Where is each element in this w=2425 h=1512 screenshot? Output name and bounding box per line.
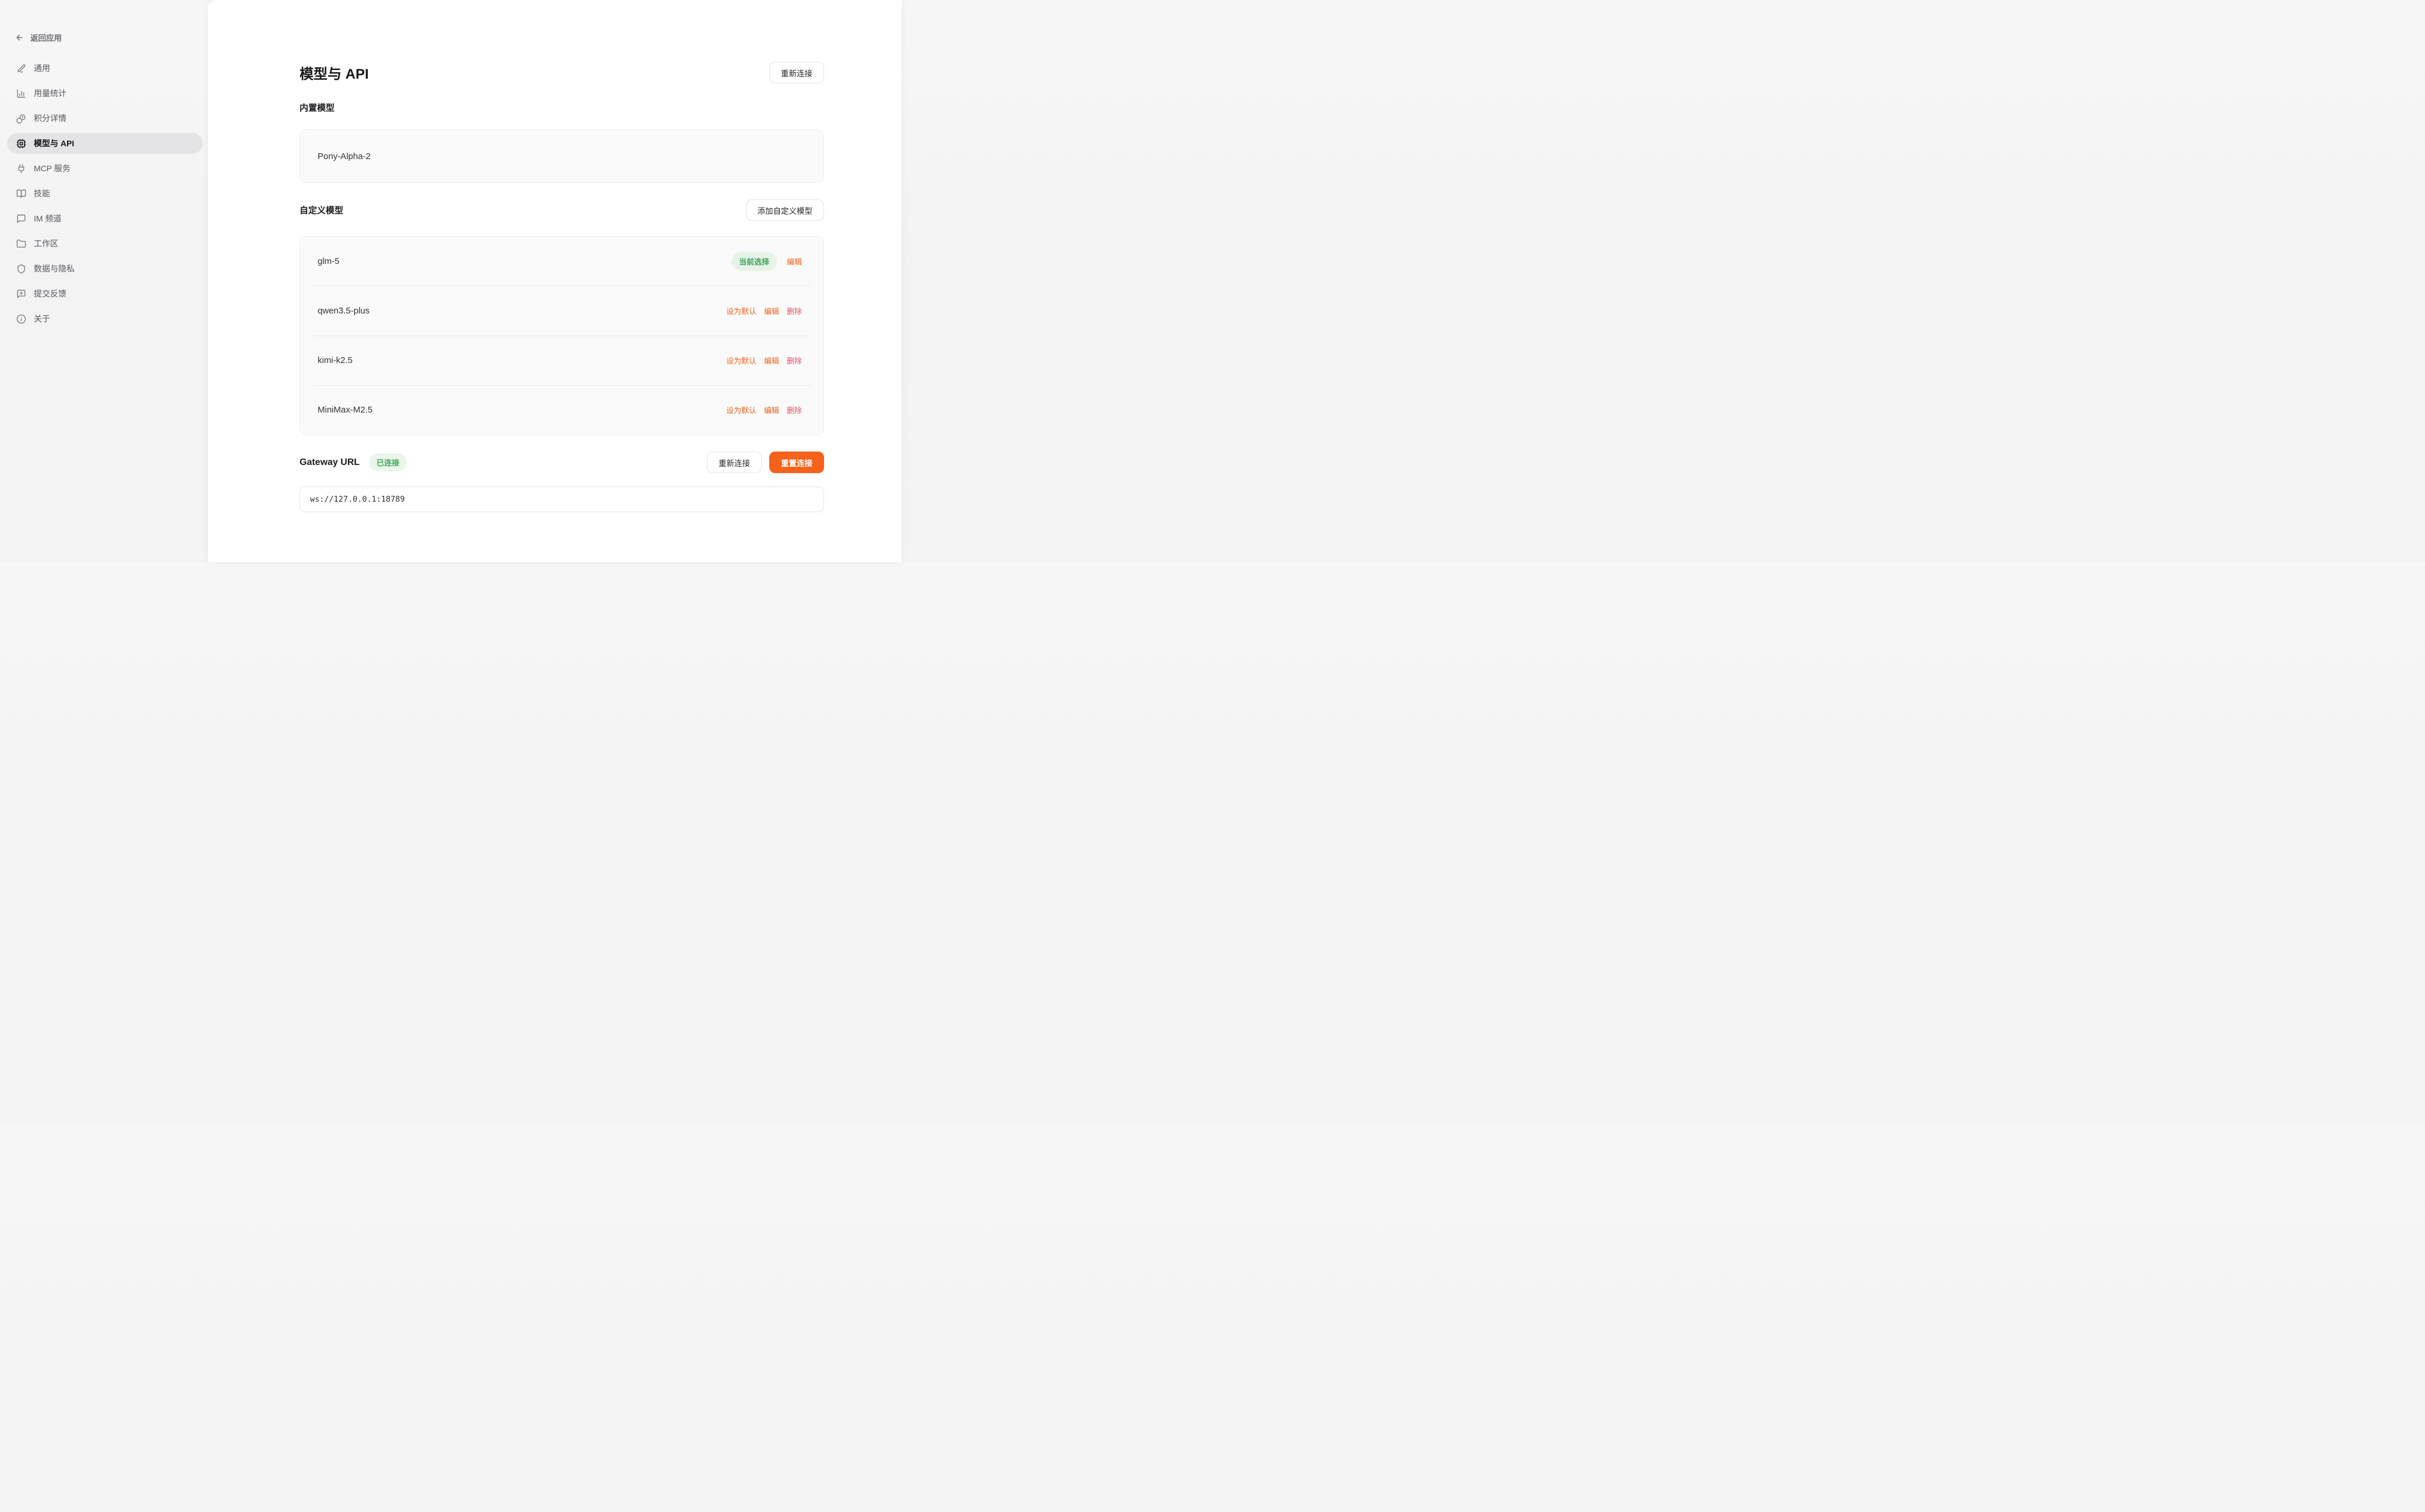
- folder-icon: [16, 239, 26, 249]
- current-selection-badge: 当前选择: [731, 252, 777, 271]
- message-square-plus-icon: [16, 289, 26, 299]
- sidebar-item-skills[interactable]: 技能: [7, 183, 203, 204]
- sidebar-item-workspace[interactable]: 工作区: [7, 233, 203, 254]
- delete-link[interactable]: 删除: [787, 355, 802, 366]
- set-default-link[interactable]: 设为默认: [726, 355, 756, 366]
- model-row-glm-5: glm-5 当前选择 编辑: [300, 237, 823, 286]
- cpu-chip-icon: [16, 139, 26, 149]
- coins-icon: [16, 114, 26, 124]
- model-row-actions: 设为默认 编辑 删除: [726, 355, 802, 366]
- sidebar-item-label: 通用: [34, 62, 50, 74]
- delete-link[interactable]: 删除: [787, 305, 802, 316]
- model-row-qwen3-5-plus: qwen3.5-plus 设为默认 编辑 删除: [300, 286, 823, 335]
- sidebar: 返回应用 通用 用量统计 积分详情: [0, 0, 208, 562]
- sidebar-item-models-api[interactable]: 模型与 API: [7, 133, 203, 154]
- sidebar-item-label: 技能: [34, 188, 50, 199]
- gateway-header-row: Gateway URL 已连接 重新连接 重置连接: [300, 452, 824, 473]
- sidebar-item-general[interactable]: 通用: [7, 58, 203, 79]
- builtin-model-name: Pony-Alpha-2: [318, 151, 371, 161]
- custom-models-card: glm-5 当前选择 编辑 qwen3.5-plus 设为默认 编辑 删除: [300, 236, 824, 435]
- add-custom-model-button[interactable]: 添加自定义模型: [746, 199, 825, 221]
- builtin-models-heading: 内置模型: [300, 101, 824, 114]
- set-default-link[interactable]: 设为默认: [726, 404, 756, 415]
- connected-status-badge: 已连接: [369, 453, 407, 471]
- gateway-url-input[interactable]: [300, 487, 824, 512]
- edit-link[interactable]: 编辑: [764, 355, 779, 366]
- shield-icon: [16, 264, 26, 274]
- sidebar-item-label: 用量统计: [34, 87, 66, 99]
- model-row-minimax-m2-5: MiniMax-M2.5 设为默认 编辑 删除: [300, 386, 823, 435]
- settings-window: 返回应用 通用 用量统计 积分详情: [0, 0, 902, 562]
- back-to-app-link[interactable]: 返回应用: [15, 31, 208, 44]
- sidebar-item-label: 积分详情: [34, 112, 66, 124]
- sidebar-item-label: MCP 服务: [34, 163, 71, 174]
- sidebar-item-credits[interactable]: 积分详情: [7, 108, 203, 129]
- builtin-models-card: Pony-Alpha-2: [300, 129, 824, 183]
- book-open-icon: [16, 189, 26, 199]
- sidebar-item-label: 提交反馈: [34, 288, 66, 299]
- sidebar-item-usage-stats[interactable]: 用量统计: [7, 83, 203, 104]
- model-row-actions: 设为默认 编辑 删除: [726, 305, 802, 316]
- sidebar-item-label: 关于: [34, 313, 50, 325]
- custom-model-name: qwen3.5-plus: [318, 306, 369, 316]
- main-panel: 模型与 API 重新连接 内置模型 Pony-Alpha-2 自定义模型 添加自…: [208, 0, 902, 562]
- sidebar-item-label: 模型与 API: [34, 138, 74, 149]
- model-row-actions: 当前选择 编辑: [731, 252, 802, 271]
- custom-model-name: kimi-k2.5: [318, 355, 353, 365]
- model-row-actions: 设为默认 编辑 删除: [726, 404, 802, 415]
- pencil-icon: [16, 64, 26, 73]
- arrow-left-icon: [15, 33, 24, 42]
- edit-link[interactable]: 编辑: [787, 256, 802, 267]
- page-header: 模型与 API 重新连接: [300, 62, 824, 83]
- gateway-label-group: Gateway URL 已连接: [300, 453, 407, 471]
- reset-connection-button[interactable]: 重置连接: [769, 452, 824, 473]
- set-default-link[interactable]: 设为默认: [726, 305, 756, 316]
- back-to-app-label: 返回应用: [30, 31, 62, 43]
- custom-model-name: glm-5: [318, 256, 340, 266]
- message-square-icon: [16, 214, 26, 224]
- models-api-content: 模型与 API 重新连接 内置模型 Pony-Alpha-2 自定义模型 添加自…: [300, 0, 824, 512]
- info-circle-icon: [16, 314, 26, 324]
- sidebar-item-im-channels[interactable]: IM 频道: [7, 208, 203, 229]
- plug-icon: [16, 164, 26, 174]
- custom-models-header-row: 自定义模型 添加自定义模型: [300, 199, 824, 221]
- sidebar-item-label: 工作区: [34, 238, 58, 249]
- bar-chart-icon: [16, 89, 26, 98]
- model-row-kimi-k2-5: kimi-k2.5 设为默认 编辑 删除: [300, 336, 823, 385]
- edit-link[interactable]: 编辑: [764, 305, 779, 316]
- reconnect-button-top[interactable]: 重新连接: [769, 62, 824, 83]
- page-title: 模型与 API: [300, 62, 369, 83]
- sidebar-item-data-privacy[interactable]: 数据与隐私: [7, 258, 203, 279]
- edit-link[interactable]: 编辑: [764, 404, 779, 415]
- sidebar-item-feedback[interactable]: 提交反馈: [7, 283, 203, 304]
- sidebar-item-about[interactable]: 关于: [7, 308, 203, 329]
- gateway-buttons: 重新连接 重置连接: [707, 452, 824, 473]
- sidebar-item-label: IM 频道: [34, 213, 61, 224]
- sidebar-nav: 通用 用量统计 积分详情 模型与 API: [7, 58, 203, 329]
- gateway-url-label: Gateway URL: [300, 457, 360, 468]
- sidebar-item-label: 数据与隐私: [34, 263, 75, 274]
- custom-models-heading: 自定义模型: [300, 204, 343, 216]
- custom-model-name: MiniMax-M2.5: [318, 405, 372, 415]
- sidebar-item-mcp-services[interactable]: MCP 服务: [7, 158, 203, 179]
- delete-link[interactable]: 删除: [787, 404, 802, 415]
- reconnect-button-gateway[interactable]: 重新连接: [707, 452, 762, 473]
